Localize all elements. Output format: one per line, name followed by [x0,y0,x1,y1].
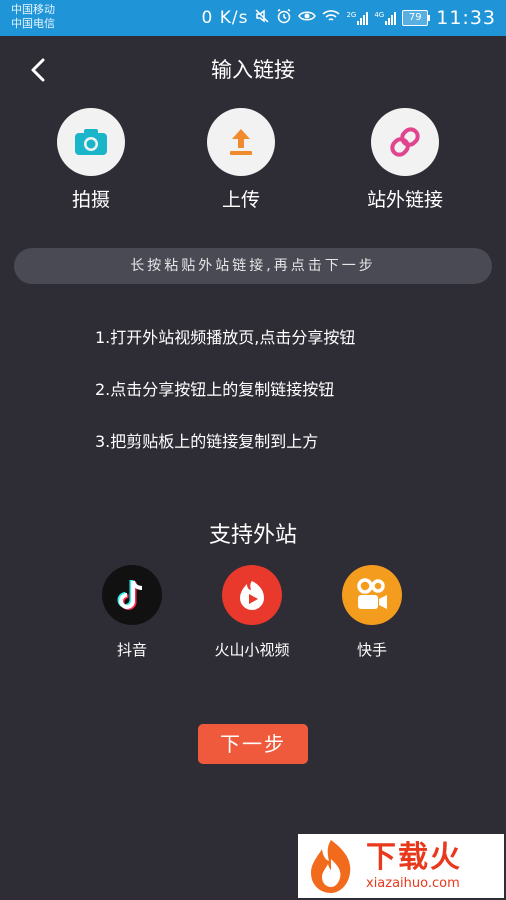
carrier-2-label: 中国电信 [11,17,55,30]
carrier-1-label: 中国移动 [11,3,55,16]
link-icon [371,108,439,176]
site-douyin-label: 抖音 [116,641,147,659]
step-2: 2.点击分享按钮上的复制链接按钮 [95,380,335,399]
flame-logo-icon [311,840,351,893]
external-link-button[interactable]: 站外链接 [345,108,465,212]
mute-icon [254,8,270,28]
douyin-icon [102,565,162,625]
site-douyin[interactable]: 抖音 [77,565,187,660]
shoot-label: 拍摄 [71,189,110,211]
status-icons: 0 K/s 2G 4G 79 11:33 [202,6,497,30]
support-title: 支持外站 [208,523,297,548]
site-kuaishou[interactable]: 快手 [317,565,427,660]
upload-icon [207,108,275,176]
site-huoshan[interactable]: 火山小视频 [197,565,307,660]
page-title: 输入链接 [211,58,295,82]
signal-icon-2: 4G [374,11,397,25]
huoshan-icon [222,565,282,625]
clock: 11:33 [436,7,496,29]
shoot-button[interactable]: 拍摄 [31,108,151,212]
watermark-url: xiazaihuo.com [366,875,460,891]
eye-icon [298,9,317,27]
watermark-text: 下载火 [366,839,462,875]
signal-2-label: 4G [374,11,385,19]
upload-label: 上传 [221,189,260,211]
link-paste-field[interactable]: 长按粘贴外站链接,再点击下一步 [14,248,492,284]
step-1: 1.打开外站视频播放页,点击分享按钮 [95,328,356,347]
battery-level: 79 [402,10,429,26]
signal-icon: 2G [346,11,369,25]
signal-1-label: 2G [346,11,357,19]
kuaishou-icon [342,565,402,625]
battery-icon: 79 [402,10,431,26]
site-huoshan-label: 火山小视频 [214,641,290,659]
net-speed: 0 K/s [201,8,249,28]
wifi-icon [322,9,340,27]
step-3: 3.把剪贴板上的链接复制到上方 [95,432,319,451]
next-step-button[interactable]: 下一步 [198,724,308,764]
alarm-icon [276,8,292,28]
upload-button[interactable]: 上传 [181,108,301,212]
site-kuaishou-label: 快手 [356,641,387,659]
camera-icon [57,108,125,176]
external-link-label: 站外链接 [366,189,443,211]
instructions: 1.打开外站视频播放页,点击分享按钮 2.点击分享按钮上的复制链接按钮 3.把剪… [95,326,355,482]
status-bar: 中国移动 中国电信 0 K/s 2G 4G 79 11:33 [0,0,506,36]
watermark: 下载火 xiazaihuo.com [298,834,504,898]
